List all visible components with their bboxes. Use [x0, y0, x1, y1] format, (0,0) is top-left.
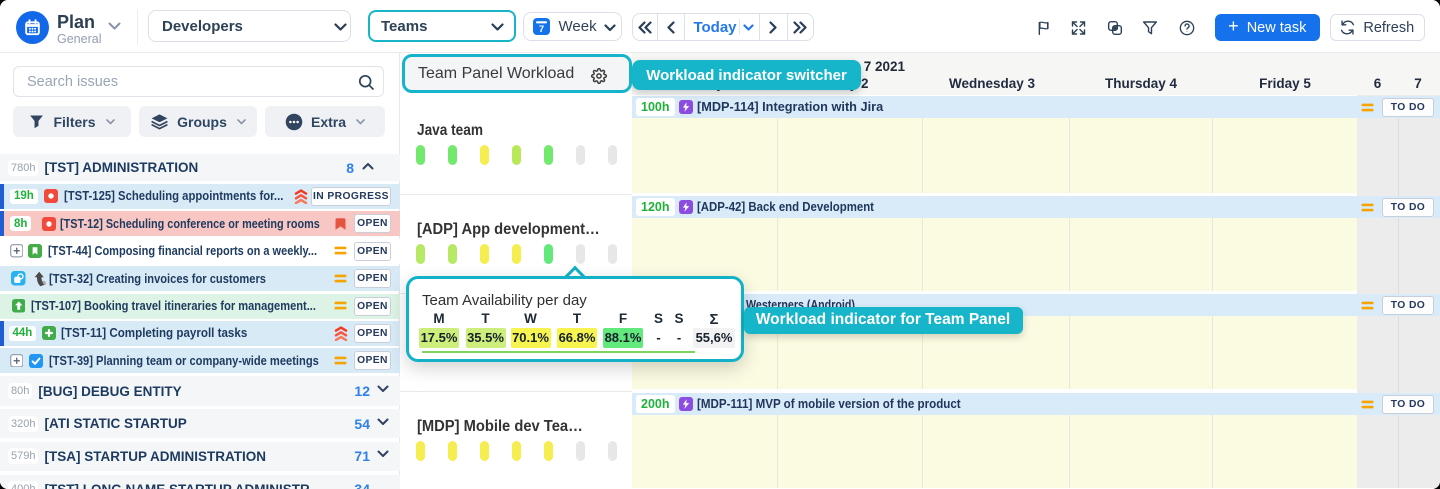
svg-text:7: 7 — [538, 24, 543, 35]
